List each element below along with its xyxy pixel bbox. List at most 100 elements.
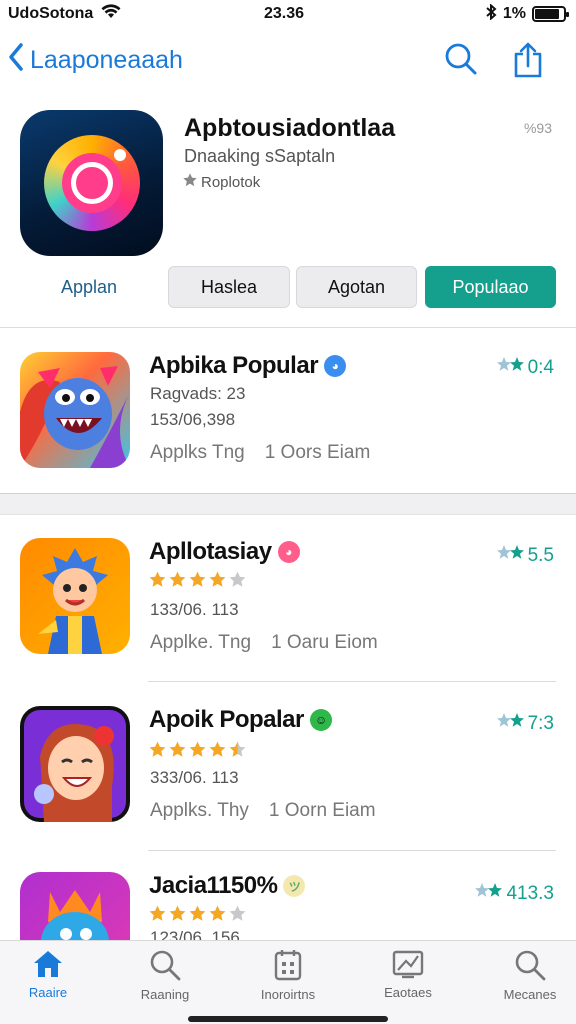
item-meta-secondary: 123/06. 156 xyxy=(150,928,240,940)
back-label: Laaponeaaah xyxy=(30,45,183,74)
search-button[interactable] xyxy=(444,42,478,78)
star-icon xyxy=(229,571,246,587)
item-footer: Applks. Thy 1 Oorn Eiam xyxy=(150,800,376,822)
calendar-icon xyxy=(274,950,302,981)
share-icon xyxy=(514,42,542,78)
item-footer-right: 1 Oors Eiam xyxy=(264,442,371,463)
item-footer-right: 1 Oaru Eiom xyxy=(271,632,378,653)
status-bar: UdoSotona 23.36 1% xyxy=(0,0,576,28)
monster-app-icon xyxy=(20,352,130,468)
nav-bar: Laaponeaaah xyxy=(0,30,576,90)
item-footer-left: Applks. Thy xyxy=(150,800,249,821)
item-footer: Applks Tng 1 Oors Eiam xyxy=(150,442,370,464)
carrier-label: UdoSotona xyxy=(8,5,94,22)
segment-tabs: Applan Haslea Agotan Populaao xyxy=(0,266,576,308)
smile-icon: ☺ xyxy=(309,709,332,731)
corner-text: %93 xyxy=(523,120,552,136)
star-pair-icon xyxy=(496,544,526,568)
bottom-tab-bar: Raaire Raaning Inoroirtns Eaotaes Mecane… xyxy=(0,940,576,1024)
star-pair-icon xyxy=(496,712,526,736)
tab-label: Eaotaes xyxy=(384,985,432,1000)
item-title: Apoik Popalar ☺ xyxy=(149,706,332,734)
item-footer-right: 1 Oorn Eiam xyxy=(268,800,376,821)
search-icon xyxy=(445,43,477,75)
star-icon xyxy=(169,741,186,757)
rating-stars xyxy=(148,904,247,923)
star-icon xyxy=(209,571,226,587)
tab-notifications[interactable]: Inoroirtns xyxy=(240,949,336,1002)
tab-agotan[interactable]: Agotan xyxy=(296,266,417,308)
tab-label: Mecanes xyxy=(503,987,557,1002)
home-indicator[interactable] xyxy=(188,1016,388,1022)
tab-applan[interactable]: Applan xyxy=(28,266,150,308)
battery-icon xyxy=(532,6,569,22)
item-title: Jacia1150% ツ xyxy=(149,872,306,900)
item-meta: Ragvads: 23 xyxy=(150,384,246,403)
back-button[interactable]: Laaponeaaah xyxy=(8,42,183,79)
character-app-icon xyxy=(20,538,130,654)
status-right: 1% xyxy=(485,2,569,25)
item-score-value: 7:3 xyxy=(527,713,554,734)
app-subtitle: Dnaaking sSaptaln xyxy=(184,146,336,166)
tab-populaao[interactable]: Populaao xyxy=(425,266,556,308)
rating-stars xyxy=(148,740,247,759)
tab-label: Inoroirtns xyxy=(260,987,316,1002)
creature-app-icon xyxy=(20,872,130,940)
item-title: Apbika Popular ◕ xyxy=(149,352,347,380)
item-title-text: Apoik Popalar xyxy=(149,706,304,733)
category-label: Roplotok xyxy=(201,173,261,191)
image-icon xyxy=(392,950,424,979)
star-icon xyxy=(189,571,206,587)
camera-ring-icon xyxy=(43,135,140,231)
star-icon xyxy=(209,905,226,921)
star-icon xyxy=(149,571,166,587)
item-meta-secondary: 333/06. 113 xyxy=(150,768,239,787)
item-footer: Applke. Tng 1 Oaru Eiom xyxy=(150,632,378,654)
tab-ranking[interactable]: Raaning xyxy=(117,949,213,1002)
divider xyxy=(148,681,556,682)
list-item[interactable]: Jacia1150% ツ 123/06. 156 413.3 xyxy=(0,872,576,940)
star-icon xyxy=(229,905,246,921)
item-meta-secondary: 133/06. 113 xyxy=(150,600,239,619)
list-item[interactable]: Apbika Popular ◕ Ragvads: 23 153/06,398 … xyxy=(0,352,576,502)
item-score-value: 5.5 xyxy=(527,545,554,566)
battery-percent: 1% xyxy=(502,5,526,22)
section-separator xyxy=(0,493,576,515)
star-icon xyxy=(149,905,166,921)
app-title: Apbtousiadontlaa xyxy=(184,114,396,142)
clock: 23.36 xyxy=(264,5,305,22)
app-icon[interactable] xyxy=(20,110,163,256)
tab-label: Raaire xyxy=(28,985,68,1000)
tab-home[interactable]: Raaire xyxy=(0,949,96,1000)
list-item[interactable]: Apllotasiay ◕ 133/06. 113 Applke. Tng 1 … xyxy=(0,538,576,688)
home-icon xyxy=(34,951,62,977)
search-icon xyxy=(515,950,546,981)
item-score: 0:4 xyxy=(496,356,554,380)
item-title: Apllotasiay ◕ xyxy=(149,538,300,566)
nav-actions xyxy=(444,42,544,78)
rating-stars xyxy=(148,570,247,589)
divider xyxy=(148,850,556,851)
item-title-text: Jacia1150% xyxy=(149,872,278,899)
item-score: 5.5 xyxy=(496,544,554,568)
item-footer-left: Applke. Tng xyxy=(150,632,252,653)
tab-label: Raaning xyxy=(140,987,190,1002)
item-title-text: Apllotasiay xyxy=(149,538,272,565)
star-icon xyxy=(209,741,226,757)
app-header: Apbtousiadontlaa Dnaaking sSaptaln Roplo… xyxy=(20,110,556,260)
item-score: 7:3 xyxy=(496,712,554,736)
tab-haslea[interactable]: Haslea xyxy=(168,266,290,308)
app-category: Roplotok xyxy=(182,172,260,192)
tab-messages[interactable]: Mecanes xyxy=(482,949,576,1002)
chevron-left-icon xyxy=(8,42,24,79)
star-icon xyxy=(169,571,186,587)
star-pair-icon xyxy=(474,882,504,906)
share-button[interactable] xyxy=(512,42,544,78)
bluetooth-icon xyxy=(485,2,497,25)
item-score-value: 413.3 xyxy=(506,883,554,904)
tab-features[interactable]: Eaotaes xyxy=(360,949,456,1000)
portrait-app-icon xyxy=(20,706,130,822)
star-icon xyxy=(229,741,246,757)
wifi-icon xyxy=(101,3,121,25)
list-item[interactable]: Apoik Popalar ☺ 333/06. 113 Applks. Thy … xyxy=(0,706,576,856)
